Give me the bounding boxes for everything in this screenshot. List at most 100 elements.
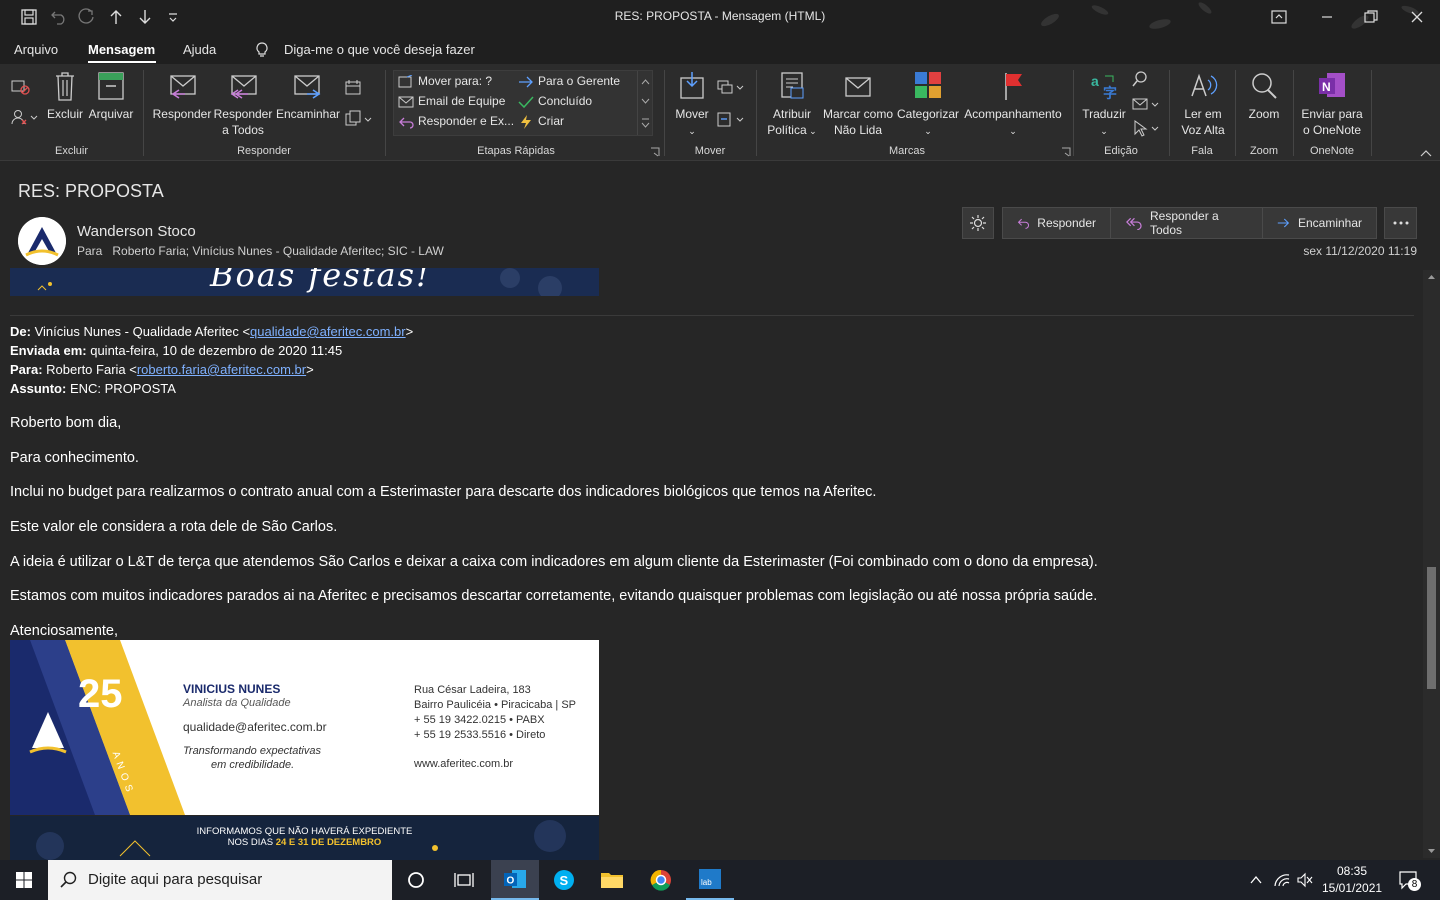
group-label-onenote: OneNote	[1309, 145, 1355, 157]
mover-button[interactable]: Mover ⌄	[672, 70, 712, 139]
to-close: >	[306, 362, 314, 377]
quickstep-label: Para o Gerente	[538, 74, 621, 88]
zoom-button[interactable]: Zoom	[1240, 70, 1288, 122]
chrome-icon	[650, 869, 671, 891]
to-email-link[interactable]: roberto.faria@aferitec.com.br	[137, 362, 306, 377]
find-icon[interactable]	[1131, 70, 1149, 88]
cleanup-icon[interactable]	[10, 108, 38, 126]
scroll-down-icon[interactable]	[1423, 844, 1440, 858]
tab-mensagem[interactable]: Mensagem	[88, 42, 155, 57]
atribuir-politica-button[interactable]: Atribuir Política ⌄	[763, 70, 821, 139]
acompanhamento-button[interactable]: Acompanhamento ⌄	[962, 70, 1064, 139]
quickstep-mover-para[interactable]: Mover para: ?	[398, 74, 492, 89]
group-label-mover: Mover	[694, 145, 726, 157]
taskbar-outlook[interactable]: O	[491, 860, 539, 900]
quickstep-responder-excluir[interactable]: Responder e Ex...	[398, 114, 514, 129]
taskbar-lab-app[interactable]: lab	[686, 860, 734, 900]
more-actions-button[interactable]	[1384, 207, 1417, 239]
banner-bottom-line-2: NOS DIAS 24 E 31 DE DEZEMBRO	[10, 837, 599, 848]
separator	[1073, 70, 1074, 156]
lightbulb-icon	[255, 41, 269, 59]
actions-icon[interactable]	[716, 110, 746, 128]
responder-todos-label-2: a Todos	[222, 123, 264, 137]
scrollbar-thumb[interactable]	[1427, 567, 1436, 689]
encaminhar-button[interactable]: Encaminhar	[274, 70, 342, 122]
vertical-scrollbar[interactable]	[1423, 270, 1440, 858]
volume-muted-icon[interactable]	[1296, 872, 1314, 888]
quickstep-concluido[interactable]: Concluído	[518, 94, 592, 109]
recipients-list[interactable]: Roberto Faria; Vinícius Nunes - Qualidad…	[112, 244, 443, 258]
more-respond-icon[interactable]	[344, 110, 374, 128]
quickstep-para-gerente[interactable]: Para o Gerente	[518, 74, 620, 89]
quickstep-criar[interactable]: Criar	[518, 114, 564, 129]
task-view-icon	[454, 873, 474, 887]
taskbar-search-box[interactable]: Digite aqui para pesquisar	[48, 860, 392, 900]
ler-voz-alta-button[interactable]: Ler em Voz Alta	[1175, 70, 1231, 138]
scroll-up-icon[interactable]	[1423, 270, 1440, 284]
meeting-icon[interactable]	[344, 78, 362, 96]
network-icon[interactable]	[1273, 872, 1291, 888]
quickstep-label: Mover para: ?	[418, 74, 493, 88]
forward-action-button[interactable]: Encaminhar	[1262, 207, 1377, 239]
minimize-icon[interactable]	[1318, 8, 1336, 26]
banner-bottom-dates: 24 E 31 DE DEZEMBRO	[275, 837, 382, 848]
categorizar-button[interactable]: Categorizar ⌄	[896, 70, 960, 139]
quicksteps-scroll[interactable]	[637, 71, 652, 135]
reply-action-button[interactable]: Responder	[1002, 207, 1111, 239]
sun-icon-button[interactable]	[962, 207, 994, 239]
sender-name[interactable]: Wanderson Stoco	[77, 223, 196, 240]
recipients-line: Para Roberto Faria; Vinícius Nunes - Qua…	[77, 244, 444, 258]
rules-icon[interactable]	[716, 78, 746, 96]
action-center-icon[interactable]: 8	[1398, 870, 1421, 891]
quickstep-label: Criar	[538, 114, 564, 128]
zoom-icon	[1252, 73, 1277, 99]
collapse-ribbon-icon[interactable]	[1420, 148, 1432, 158]
body-paragraph: Estamos com muitos indicadores parados a…	[10, 588, 1098, 604]
from-email-link[interactable]: qualidade@aferitec.com.br	[250, 324, 406, 339]
ler-label-1: Ler em	[1184, 107, 1222, 121]
related-icon[interactable]	[1131, 95, 1161, 113]
traduzir-button[interactable]: a字 Traduzir ⌄	[1080, 70, 1128, 139]
tab-arquivo[interactable]: Arquivo	[14, 42, 58, 57]
select-icon[interactable]	[1131, 119, 1161, 137]
body-paragraph: Roberto bom dia,	[10, 415, 122, 431]
ignore-icon[interactable]	[10, 78, 32, 96]
categorize-icon	[915, 72, 941, 98]
taskbar-file-explorer[interactable]	[588, 860, 636, 900]
cortana-button[interactable]	[392, 860, 440, 900]
excluir-button[interactable]: Excluir	[46, 70, 84, 122]
sent-date: sex 11/12/2020 11:19	[1303, 244, 1417, 258]
clock[interactable]: 08:35 15/01/2021	[1322, 863, 1382, 897]
group-label-responder: Responder	[237, 145, 291, 157]
taskbar-chrome[interactable]	[637, 860, 685, 900]
lightning-icon	[518, 114, 534, 129]
start-button[interactable]	[0, 860, 48, 900]
ler-label-2: Voz Alta	[1181, 123, 1225, 137]
reply-all-action-button[interactable]: Responder a Todos	[1110, 207, 1263, 239]
marcar-nao-lida-button[interactable]: Marcar como Não Lida	[820, 70, 896, 138]
sig-email: qualidade@aferitec.com.br	[183, 720, 327, 734]
folder-icon	[601, 873, 623, 888]
sig-role: Analista da Qualidade	[183, 697, 291, 709]
forward-arrow-icon	[1277, 218, 1290, 228]
taskbar-skype[interactable]: S	[540, 860, 588, 900]
quickstep-label: Responder e Ex...	[418, 114, 515, 128]
arquivar-button[interactable]: Arquivar	[88, 70, 134, 122]
dialog-launcher-icon[interactable]	[1061, 147, 1071, 157]
show-hidden-icons-icon[interactable]	[1249, 873, 1263, 887]
restore-icon[interactable]	[1362, 8, 1380, 26]
responder-todos-button[interactable]: Responder a Todos	[212, 70, 274, 138]
divider	[10, 315, 1414, 316]
dialog-launcher-icon[interactable]	[650, 147, 660, 157]
active-tab-underline	[88, 61, 156, 63]
task-view-button[interactable]	[440, 860, 488, 900]
enviar-onenote-button[interactable]: N Enviar para o OneNote	[1298, 70, 1366, 138]
tell-me-search[interactable]: Diga-me o que você deseja fazer	[284, 42, 475, 57]
sun-icon	[970, 215, 986, 231]
quickstep-email-equipe[interactable]: Email de Equipe	[398, 94, 505, 109]
close-icon[interactable]	[1408, 8, 1426, 26]
quoted-to-label: Para:	[10, 362, 43, 377]
responder-button[interactable]: Responder	[152, 70, 212, 122]
ribbon-display-options-icon[interactable]	[1270, 8, 1288, 26]
tab-ajuda[interactable]: Ajuda	[183, 42, 216, 57]
